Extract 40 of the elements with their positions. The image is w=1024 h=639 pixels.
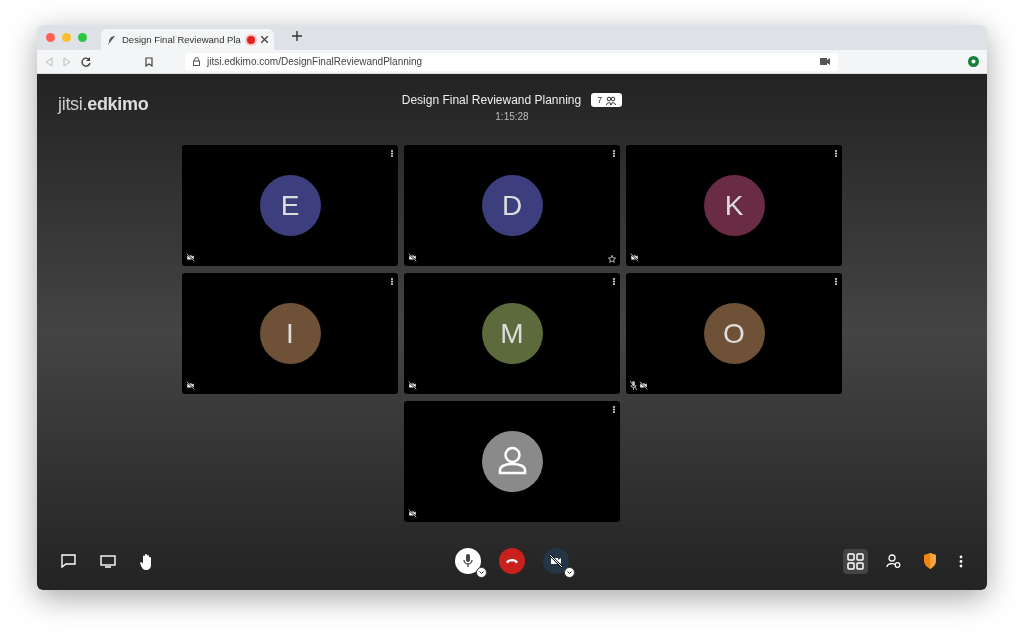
avatar-icon — [481, 431, 543, 492]
more-icon — [959, 554, 963, 568]
camera-off-icon — [549, 554, 563, 568]
close-icon[interactable] — [260, 36, 268, 43]
reload-icon[interactable] — [81, 56, 91, 67]
caret-icon[interactable] — [476, 567, 487, 578]
avatar-initial: K — [703, 175, 765, 236]
address-bar[interactable]: jitsi.edkimo.com/DesignFinalReviewandPlanning — [185, 52, 838, 71]
avatar-initial: D — [481, 175, 543, 236]
avatar-initial: O — [703, 303, 765, 364]
shield-icon — [923, 553, 937, 569]
avatar-initial: M — [481, 303, 543, 364]
avatar-initial: I — [259, 303, 321, 364]
meeting-title: Design Final Reviewand Planning — [401, 93, 582, 107]
caret-icon[interactable] — [564, 567, 575, 578]
meeting-timer: 1:15:28 — [495, 111, 529, 122]
video-tile[interactable]: D — [404, 145, 620, 266]
participant-count[interactable]: 7 — [591, 93, 623, 107]
video-tile[interactable]: M — [404, 273, 620, 394]
lock-icon — [193, 57, 200, 66]
video-tile[interactable]: I — [182, 273, 398, 394]
extension-icon[interactable] — [968, 56, 979, 67]
camera-icon[interactable] — [820, 58, 830, 65]
video-tile[interactable]: K — [626, 145, 842, 266]
microphone-button[interactable] — [455, 548, 481, 574]
phone-icon — [505, 558, 519, 564]
video-tile[interactable]: O — [626, 273, 842, 394]
people-icon — [606, 95, 617, 105]
video-tile[interactable] — [404, 401, 620, 522]
tile-view-button[interactable] — [843, 548, 868, 574]
logo: jitsi.edkimo — [58, 94, 149, 115]
video-tile[interactable]: E — [182, 145, 398, 266]
browser-tab[interactable]: Design Final Reviewand Pla — [101, 29, 274, 50]
hand-icon — [140, 552, 154, 570]
microphone-icon — [463, 554, 473, 568]
camera-button[interactable] — [543, 548, 569, 574]
hang-up-button[interactable] — [499, 548, 525, 574]
feather-icon — [107, 34, 116, 45]
avatar-initial: E — [259, 175, 321, 236]
bookmark-icon[interactable] — [145, 56, 153, 67]
